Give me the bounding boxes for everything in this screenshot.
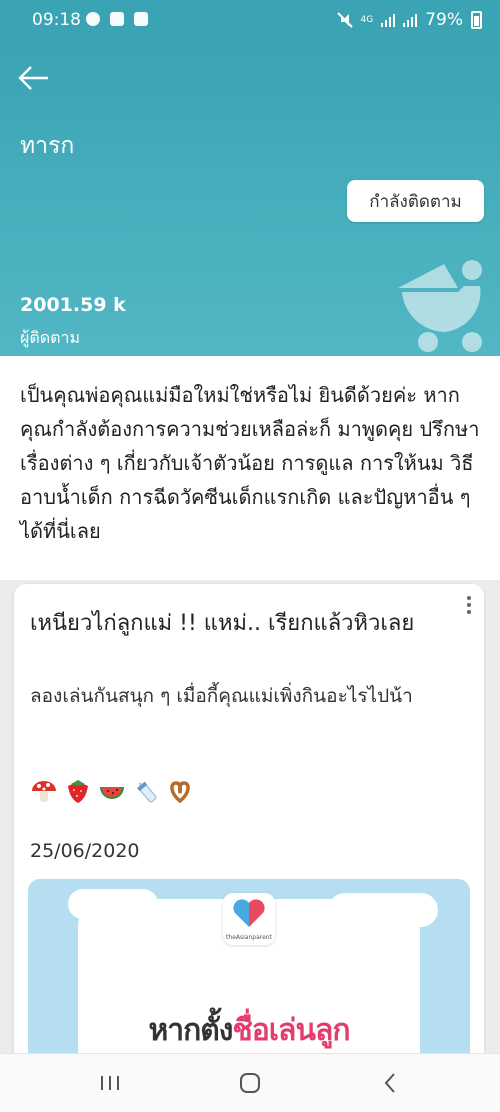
page-title: ทารก xyxy=(20,133,75,159)
baby-bottle-icon xyxy=(137,781,157,803)
brand-logo: theAsianparent xyxy=(223,893,275,945)
messenger-icon xyxy=(86,12,100,26)
more-options-icon[interactable] xyxy=(464,596,474,620)
gallery-icon xyxy=(134,12,148,26)
post-date: 25/06/2020 xyxy=(30,840,140,862)
heart-logo-icon xyxy=(233,899,265,927)
battery-icon xyxy=(471,11,482,29)
watermelon-icon xyxy=(100,787,124,799)
post-subtitle: ลองเล่นกันสนุก ๆ เมื่อกี้คุณแม่เพิ่งกินอ… xyxy=(30,685,413,707)
status-right-icons: 4G 79% xyxy=(336,10,482,30)
topic-header: ทารก กำลังติดตาม 2001.59 k ผู้ติดตาม xyxy=(0,44,500,356)
app-icon xyxy=(110,12,124,26)
system-nav-bar xyxy=(0,1053,500,1112)
status-left-icons xyxy=(86,12,148,26)
back-arrow-icon[interactable] xyxy=(14,58,54,98)
image-headline-part2: ชื่อเล่นลูก xyxy=(232,1013,350,1048)
pretzel-icon xyxy=(170,781,190,804)
strawberry-icon xyxy=(68,780,88,803)
post-title: เหนียวไก่ลูกแม่ !! แหม่.. เรียกแล้วหิวเล… xyxy=(30,611,415,636)
mushroom-icon xyxy=(32,781,56,802)
mute-icon xyxy=(336,12,353,28)
following-button[interactable]: กำลังติดตาม xyxy=(347,180,484,222)
brand-logo-text: theAsianparent xyxy=(226,934,272,941)
status-bar: 09:18 4G 79% xyxy=(0,0,500,44)
recents-icon[interactable] xyxy=(90,1066,130,1100)
image-headline-part1: หากตั้ง xyxy=(148,1013,234,1048)
follower-label: ผู้ติดตาม xyxy=(20,328,81,347)
battery-percent: 79% xyxy=(425,10,463,30)
status-time: 09:18 xyxy=(32,10,81,30)
stroller-icon xyxy=(398,260,482,352)
topic-description: เป็นคุณพ่อคุณแม่มือใหม่ใช่หรือไม่ ยินดีด… xyxy=(0,356,500,580)
post-card[interactable]: เหนียวไก่ลูกแม่ !! แหม่.. เรียกแล้วหิวเล… xyxy=(14,584,484,1084)
follower-count: 2001.59 k xyxy=(20,294,126,316)
home-icon[interactable] xyxy=(230,1066,270,1100)
post-emoji-row xyxy=(30,777,194,805)
signal-icon xyxy=(381,13,396,27)
back-nav-icon[interactable] xyxy=(370,1066,410,1100)
image-headline: หากตั้งชื่อเล่นลูก xyxy=(28,1007,470,1054)
signal-icon xyxy=(403,13,418,27)
4g-signal-icon: 4G xyxy=(360,14,374,25)
